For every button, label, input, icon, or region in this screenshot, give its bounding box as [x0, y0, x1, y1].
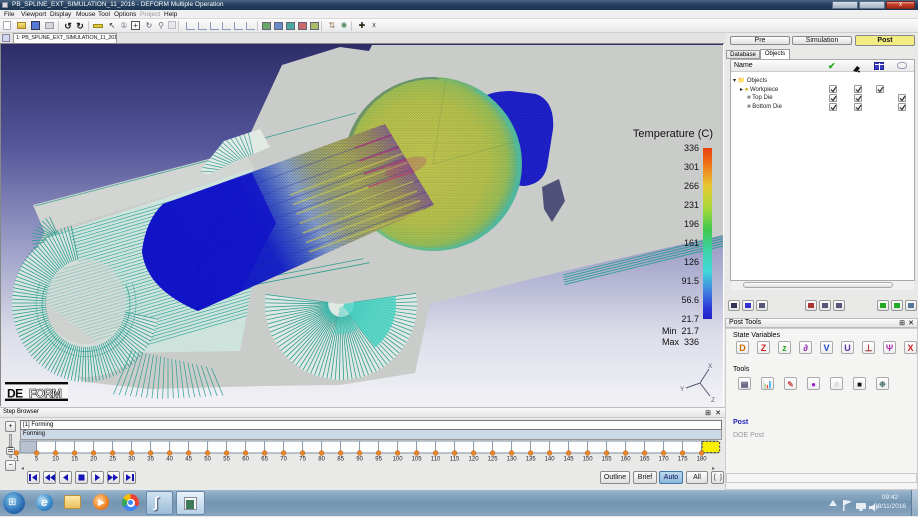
svg-text:-1: -1 — [14, 457, 20, 463]
svg-text:110: 110 — [431, 457, 441, 463]
svg-text:150: 150 — [583, 457, 594, 463]
svg-text:145: 145 — [564, 457, 575, 463]
svg-text:160: 160 — [621, 457, 632, 463]
svg-text:15: 15 — [71, 457, 78, 463]
svg-text:120: 120 — [469, 457, 480, 463]
svg-text:45: 45 — [185, 457, 192, 463]
svg-text:90: 90 — [356, 457, 363, 463]
svg-text:Z: Z — [711, 397, 715, 404]
svg-text:125: 125 — [488, 457, 499, 463]
svg-text:336: 336 — [684, 337, 699, 347]
svg-text:231: 231 — [684, 200, 699, 210]
svg-text:80: 80 — [318, 457, 325, 463]
svg-text:10: 10 — [52, 457, 59, 463]
svg-text:5: 5 — [35, 457, 39, 463]
svg-text:91.5: 91.5 — [681, 276, 699, 286]
svg-text:21.7: 21.7 — [681, 326, 699, 336]
svg-text:155: 155 — [602, 457, 613, 463]
svg-text:40: 40 — [166, 457, 173, 463]
svg-text:20: 20 — [90, 457, 97, 463]
svg-text:Y: Y — [680, 386, 685, 393]
svg-text:50: 50 — [204, 457, 211, 463]
svg-text:X: X — [708, 363, 713, 370]
svg-text:180: 180 — [697, 457, 708, 463]
svg-text:161: 161 — [684, 238, 699, 248]
svg-text:130: 130 — [507, 457, 518, 463]
svg-text:301: 301 — [684, 162, 699, 172]
svg-text:175: 175 — [678, 457, 689, 463]
svg-text:70: 70 — [280, 457, 287, 463]
svg-text:336: 336 — [684, 143, 699, 153]
svg-text:Min: Min — [662, 326, 677, 336]
svg-text:170: 170 — [659, 457, 670, 463]
svg-text:65: 65 — [261, 457, 268, 463]
svg-text:DE: DE — [7, 387, 23, 401]
svg-text:140: 140 — [545, 457, 556, 463]
svg-text:Temperature (C): Temperature (C) — [633, 128, 713, 140]
svg-text:266: 266 — [684, 181, 699, 191]
svg-text:FORM: FORM — [29, 387, 62, 401]
svg-text:95: 95 — [375, 457, 382, 463]
svg-text:21.7: 21.7 — [681, 314, 699, 324]
svg-text:60: 60 — [242, 457, 249, 463]
svg-text:30: 30 — [128, 457, 135, 463]
svg-text:115: 115 — [450, 457, 460, 463]
svg-text:126: 126 — [684, 257, 699, 267]
svg-text:75: 75 — [299, 457, 306, 463]
svg-text:100: 100 — [393, 457, 404, 463]
svg-text:56.6: 56.6 — [681, 295, 699, 305]
svg-text:85: 85 — [337, 457, 344, 463]
svg-text:165: 165 — [640, 457, 651, 463]
svg-text:105: 105 — [412, 457, 423, 463]
svg-text:196: 196 — [684, 219, 699, 229]
svg-text:Max: Max — [662, 337, 680, 347]
svg-text:55: 55 — [223, 457, 230, 463]
svg-text:35: 35 — [147, 457, 154, 463]
svg-text:135: 135 — [526, 457, 537, 463]
svg-text:25: 25 — [109, 457, 116, 463]
